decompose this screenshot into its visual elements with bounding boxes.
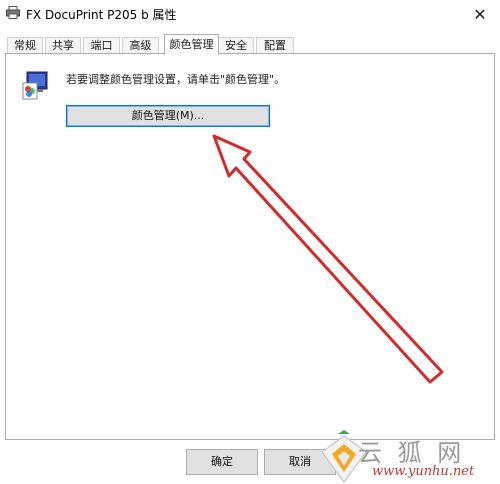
watermark-glyphs: 云 狐 网 [358, 439, 466, 467]
watermark-url: www.yunhu.net [372, 464, 475, 479]
printer-properties-window: FX DocuPrint P205 b 属性 ✕ 常规 共享 端口 高级 颜色管… [0, 0, 500, 484]
tab-ports[interactable]: 端口 [83, 37, 120, 53]
ok-button[interactable]: 确定 [186, 449, 258, 475]
window-title: FX DocuPrint P205 b 属性 [26, 8, 177, 22]
title-bar: FX DocuPrint P205 b 属性 ✕ [0, 0, 500, 28]
tab-configuration[interactable]: 配置 [256, 37, 294, 53]
tab-sharing[interactable]: 共享 [45, 37, 81, 53]
color-management-icon [22, 71, 48, 100]
close-icon: ✕ [473, 4, 487, 24]
printer-icon [6, 6, 20, 19]
tab-security[interactable]: 安全 [218, 37, 254, 53]
close-button[interactable]: ✕ [460, 0, 500, 28]
tab-strip: 常规 共享 端口 高级 颜色管理 安全 配置 [0, 34, 500, 55]
tab-color-management[interactable]: 颜色管理 [164, 34, 219, 55]
tab-advanced[interactable]: 高级 [122, 37, 159, 53]
instruction-text: 若要调整颜色管理设置，请单击"颜色管理"。 [66, 73, 286, 86]
tab-general[interactable]: 常规 [7, 37, 43, 53]
color-management-button[interactable]: 颜色管理(M)... [66, 105, 270, 127]
